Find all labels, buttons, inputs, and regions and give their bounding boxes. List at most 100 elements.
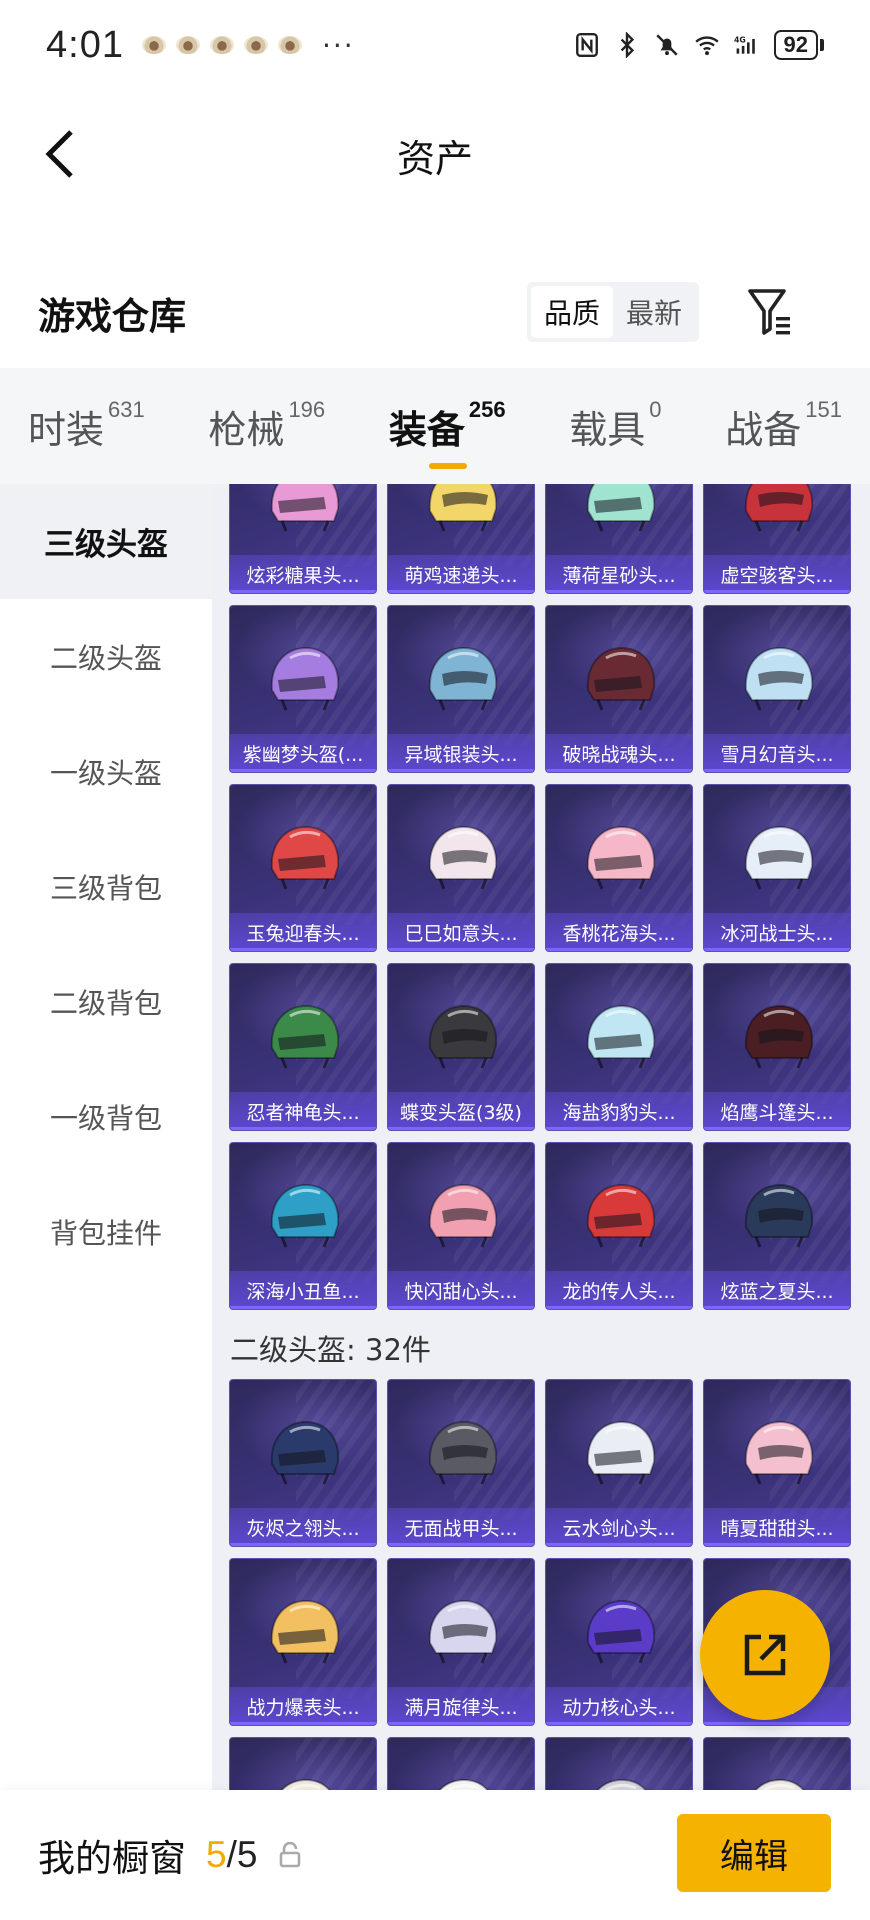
item-card[interactable]: 动力核心头... [545,1558,693,1726]
tab-label: 载具 [569,408,646,452]
back-arrow-icon [45,130,73,178]
helmet-icon [586,1183,656,1248]
item-name: 晴夏甜甜头... [704,1508,850,1546]
item-card[interactable]: 炫彩糖果头... [229,484,377,594]
item-name: 虚空骇客头... [704,555,850,593]
item-card[interactable]: 战力爆表头... [229,1558,377,1726]
item-card[interactable] [703,1737,851,1790]
battery-level: 92 [773,30,818,60]
item-card[interactable] [229,1737,377,1790]
item-card[interactable]: 忍者神龟头... [229,963,377,1131]
sidebar-item-level1-backpack[interactable]: 一级背包 [0,1059,212,1174]
helmet-icon [270,484,340,532]
sidebar-item-backpack-charm[interactable]: 背包挂件 [0,1174,212,1289]
helmet-icon [586,1004,656,1069]
helmet-icon [596,1778,647,1790]
helmet-icon [270,1599,340,1664]
battery-indicator: 92 [773,30,824,60]
sidebar-item-level1-helmet[interactable]: 一级头盔 [0,714,212,829]
item-name: 灰烬之翎头... [230,1508,376,1546]
item-card[interactable]: 虚空骇客头... [703,484,851,594]
item-card[interactable]: 云水剑心头... [545,1379,693,1547]
helmet-icon [586,1599,656,1664]
sort-by-newest[interactable]: 最新 [613,286,695,338]
sort-toggle: 品质 最新 [527,282,699,342]
item-card[interactable]: 蝶变头盔(3级) [387,963,535,1131]
notification-app-icon [209,36,234,54]
helmet-icon [744,825,814,890]
tab-count: 0 [649,397,662,422]
item-name: 无面战甲头... [388,1508,534,1546]
helmet-icon [428,484,498,532]
showcase-bar: 我的橱窗 5/5 编辑 [0,1790,870,1920]
category-tabs: 时装 631 枪械 196 装备 256 载具 0 战备 151 [0,368,870,484]
sort-by-quality[interactable]: 品质 [531,286,613,338]
item-card[interactable]: 雪月幻音头... [703,605,851,773]
item-card[interactable]: 晴夏甜甜头... [703,1379,851,1547]
filter-button[interactable] [742,280,798,342]
item-card[interactable]: 海盐豹豹头... [545,963,693,1131]
item-card[interactable]: 冰河战士头... [703,784,851,952]
sidebar-item-level2-backpack[interactable]: 二级背包 [0,944,212,1059]
item-card[interactable]: 紫幽梦头盔(... [229,605,377,773]
item-card[interactable]: 灰烬之翎头... [229,1379,377,1547]
helmet-icon [270,825,340,890]
item-card[interactable]: 龙的传人头... [545,1142,693,1310]
helmet-icon [744,1420,814,1485]
notification-app-icon [175,36,200,54]
tab-count: 631 [108,397,145,422]
sidebar-item-level2-helmet[interactable]: 二级头盔 [0,599,212,714]
item-card[interactable]: 异域银装头... [387,605,535,773]
item-card[interactable] [545,1737,693,1790]
item-card[interactable]: 深海小丑鱼... [229,1142,377,1310]
item-name: 动力核心头... [546,1687,692,1725]
item-card[interactable]: 薄荷星砂头... [545,484,693,594]
showcase-total-count: 5 [236,1834,258,1875]
item-card[interactable]: 萌鸡速递头... [387,484,535,594]
battery-tip [820,39,824,51]
item-card[interactable]: 炫蓝之夏头... [703,1142,851,1310]
item-name: 忍者神龟头... [230,1092,376,1130]
back-button[interactable] [30,124,90,184]
tab-label: 枪械 [208,408,285,452]
item-card[interactable]: 巳巳如意头... [387,784,535,952]
item-card[interactable]: 快闪甜心头... [387,1142,535,1310]
item-name: 冰河战士头... [704,913,850,951]
item-card[interactable]: 破晓战魂头... [545,605,693,773]
tab-fashion[interactable]: 时装 631 [28,391,145,461]
tab-label: 战备 [725,408,802,452]
edit-button[interactable]: 编辑 [677,1814,831,1892]
sidebar-item-level3-backpack[interactable]: 三级背包 [0,829,212,944]
item-card[interactable]: 香桃花海头... [545,784,693,952]
nav-bar: 资产 [0,100,870,210]
helmet-icon [754,1778,805,1790]
sidebar-item-level3-helmet[interactable]: 三级头盔 [0,484,212,599]
item-name: 龙的传人头... [546,1271,692,1309]
nfc-icon [575,32,598,58]
helmet-icon [270,1004,340,1069]
helmet-icon [586,1420,656,1485]
item-card[interactable]: 满月旋律头... [387,1558,535,1726]
tab-weapons[interactable]: 枪械 196 [208,391,325,461]
share-button[interactable] [700,1590,830,1720]
helmet-icon [744,1183,814,1248]
item-card[interactable]: 无面战甲头... [387,1379,535,1547]
item-card[interactable] [387,1737,535,1790]
tab-vehicles[interactable]: 载具 0 [569,391,661,461]
bluetooth-icon [620,32,634,58]
tab-equipment[interactable]: 装备 256 [389,391,506,469]
item-card[interactable]: 玉兔迎春头... [229,784,377,952]
notification-app-icon [141,36,166,54]
item-card[interactable]: 焰鹰斗篷头... [703,963,851,1131]
item-name: 海盐豹豹头... [546,1092,692,1130]
share-icon [744,1634,786,1676]
helmet-icon [744,484,814,532]
showcase-label: 我的橱窗 [38,1837,186,1880]
showcase-count-separator: / [226,1834,237,1875]
helmet-icon [280,1778,331,1790]
notification-icons: ··· [141,29,355,62]
item-name: 破晓战魂头... [546,734,692,772]
helmet-icon [270,1183,340,1248]
tab-supplies[interactable]: 战备 151 [725,391,842,461]
item-name: 炫彩糖果头... [230,555,376,593]
